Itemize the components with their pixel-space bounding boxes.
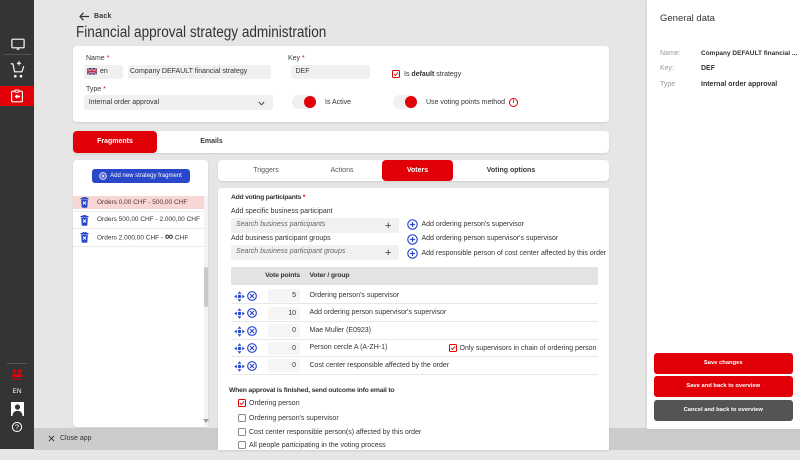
svg-text:?: ? bbox=[15, 423, 19, 432]
